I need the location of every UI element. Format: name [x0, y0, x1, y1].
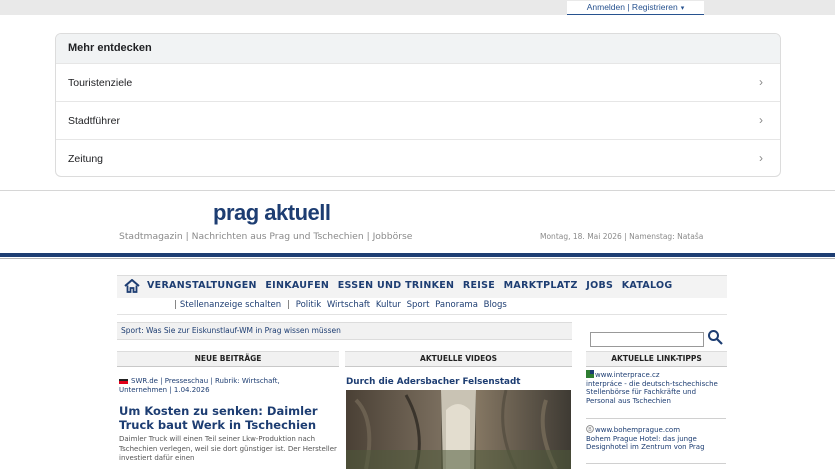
subnav-wirtschaft[interactable]: Wirtschaft	[327, 300, 370, 310]
article-meta[interactable]: SWR.de | Presseschau | Rubrik: Wirtschaf…	[119, 377, 329, 395]
home-icon[interactable]	[124, 279, 140, 293]
discover-item-zeitung[interactable]: Zeitung ›	[56, 139, 780, 176]
site-logo[interactable]: prag aktuell	[213, 200, 331, 226]
interprace-logo-icon	[586, 370, 594, 378]
subnav-panorama[interactable]: Panorama	[435, 300, 478, 310]
link-tip-text: interpráce - die deutsch-tschechische St…	[586, 379, 718, 405]
top-bar	[0, 0, 835, 15]
nav-item-einkaufen[interactable]: EINKAUFEN	[265, 280, 329, 291]
discover-item-label: Stadtführer	[68, 115, 120, 127]
login-label: Anmelden | Registrieren	[586, 2, 678, 12]
discover-item-touristenziele[interactable]: Touristenziele ›	[56, 63, 780, 101]
column-header-news: NEUE BEITRÄGE	[117, 351, 339, 367]
flag-icon	[119, 378, 128, 384]
date-and-nameday: Montag, 18. Mai 2026 | Namenstag: Nataša	[540, 232, 704, 241]
link-tip-url: www.interprace.cz	[595, 371, 660, 379]
discover-heading: Mehr entdecken	[56, 34, 780, 63]
section-divider	[0, 190, 835, 191]
link-tip-text: Bohem Prague Hotel: das junge Designhote…	[586, 434, 705, 452]
link-tip-divider	[586, 418, 726, 419]
search-icon[interactable]	[707, 329, 723, 345]
subnav-sport[interactable]: Sport	[407, 300, 430, 310]
subnav-kultur[interactable]: Kultur	[376, 300, 401, 310]
nav-item-veranstaltungen[interactable]: VERANSTALTUNGEN	[147, 280, 257, 291]
svg-text:B: B	[588, 427, 592, 433]
article-meta-text: SWR.de | Presseschau | Rubrik: Wirtschaf…	[119, 377, 280, 394]
chevron-right-icon: ›	[759, 113, 763, 127]
nav-item-jobs[interactable]: JOBS	[586, 280, 613, 291]
subnav-politik[interactable]: Politik	[296, 300, 321, 310]
header-rule-thin	[0, 258, 835, 259]
discover-more-card: Mehr entdecken Touristenziele › Stadtfüh…	[55, 33, 781, 177]
separator: |	[174, 300, 177, 310]
video-title[interactable]: Durch die Adersbacher Felsenstadt	[346, 377, 521, 387]
link-tip-interprace[interactable]: www.interprace.cz interpráce - die deuts…	[586, 370, 726, 405]
nav-item-katalog[interactable]: KATALOG	[622, 280, 673, 291]
link-tip-divider	[586, 463, 726, 464]
column-header-links: AKTUELLE LINK-TIPPS	[586, 351, 727, 367]
site-tagline: Stadtmagazin | Nachrichten aus Prag und …	[119, 231, 413, 242]
discover-item-label: Touristenziele	[68, 77, 133, 89]
chevron-right-icon: ›	[759, 151, 763, 165]
nav-item-essen-und-trinken[interactable]: ESSEN UND TRINKEN	[338, 280, 455, 291]
discover-item-stadtfuehrer[interactable]: Stadtführer ›	[56, 101, 780, 139]
main-navigation: VERANSTALTUNGEN EINKAUFEN ESSEN UND TRIN…	[117, 275, 727, 298]
article-teaser: Daimler Truck will einen Teil seiner Lkw…	[119, 435, 337, 462]
discover-item-label: Zeitung	[68, 153, 104, 165]
nav-item-marktplatz[interactable]: MARKTPLATZ	[504, 280, 578, 291]
header-rule	[0, 253, 835, 257]
chevron-right-icon: ›	[759, 75, 763, 89]
link-tip-bohemprague[interactable]: B www.bohemprague.com Bohem Prague Hotel…	[586, 425, 726, 452]
column-header-videos: AKTUELLE VIDEOS	[345, 351, 572, 367]
caret-down-icon: ▾	[680, 5, 685, 12]
video-thumbnail[interactable]	[346, 390, 571, 469]
separator: |	[287, 300, 291, 310]
login-register-link[interactable]: Anmelden | Registrieren ▾	[567, 1, 704, 15]
sub-navigation: | Stellenanzeige schalten | Politik Wirtsc…	[117, 298, 727, 315]
subnav-stellenanzeige[interactable]: Stellenanzeige schalten	[180, 300, 281, 310]
news-ticker[interactable]: Sport: Was Sie zur Eiskunstlauf-WM in Pr…	[117, 322, 572, 340]
subnav-blogs[interactable]: Blogs	[484, 300, 507, 310]
bohem-logo-icon: B	[586, 425, 594, 433]
link-tip-url: www.bohemprague.com	[595, 426, 681, 434]
article-title[interactable]: Um Kosten zu senken: Daimler Truck baut …	[119, 404, 334, 432]
nav-item-reise[interactable]: REISE	[463, 280, 495, 291]
search-input[interactable]	[590, 332, 704, 347]
